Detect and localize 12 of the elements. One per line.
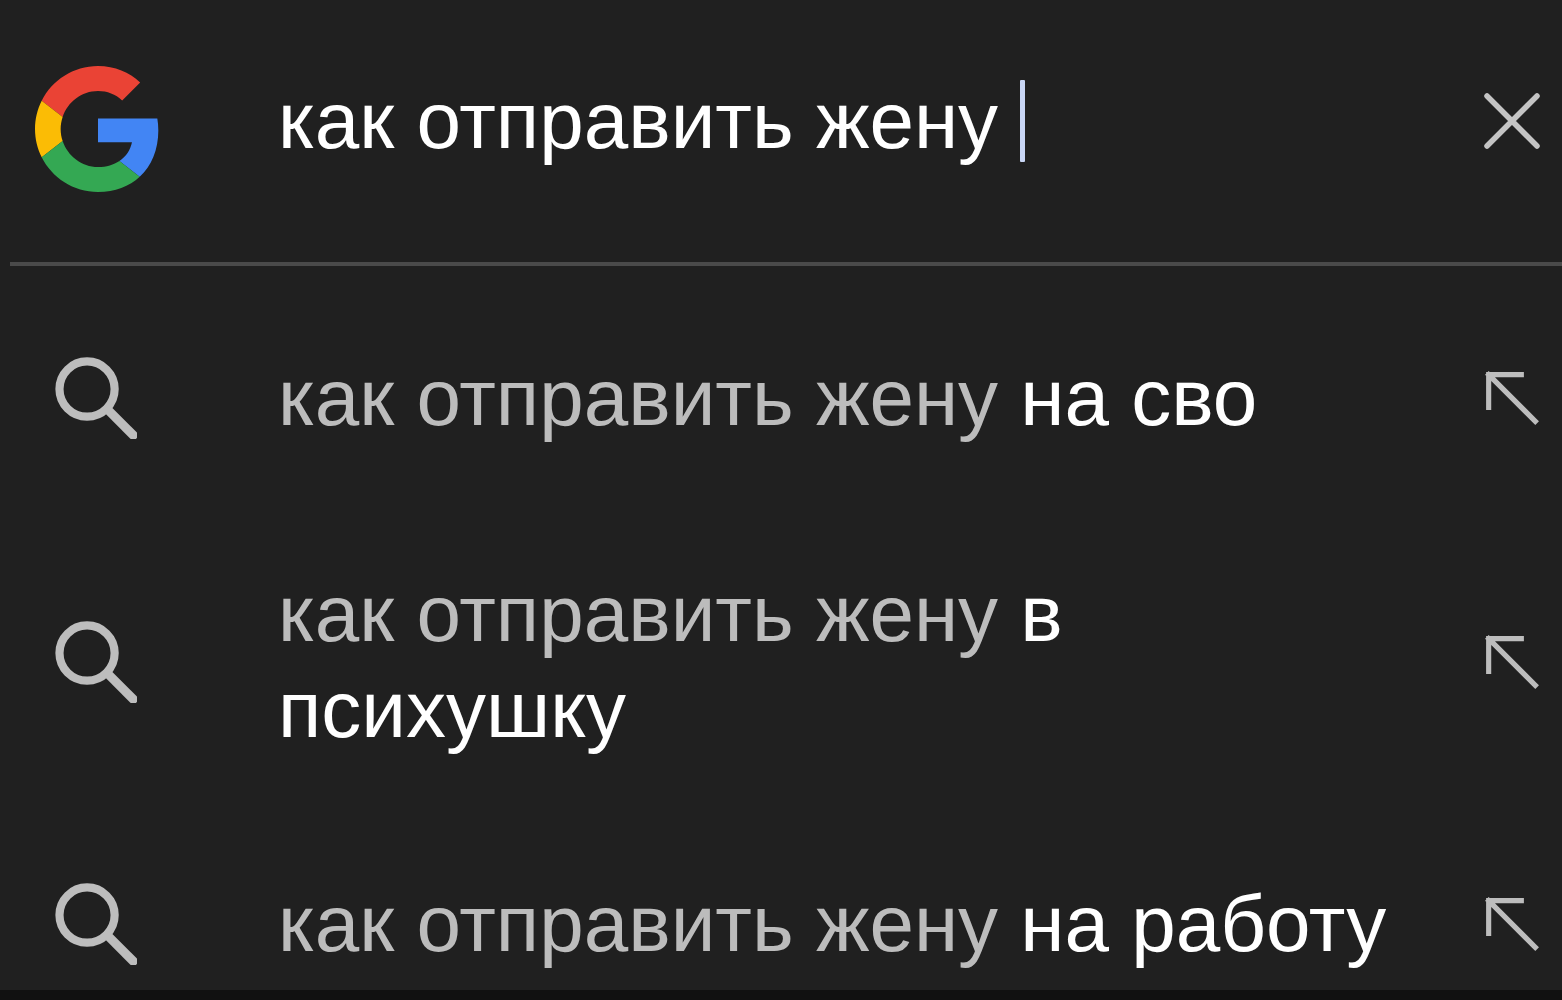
search-icon bbox=[55, 357, 137, 439]
search-icon bbox=[55, 883, 137, 965]
suggestion-item[interactable]: как отправить жену на работу bbox=[0, 794, 1562, 990]
suggestion-item[interactable]: как отправить жену на сво bbox=[0, 266, 1562, 530]
g-logo-icon bbox=[35, 66, 161, 192]
suggestion-item[interactable]: как отправить жену в психушку bbox=[0, 530, 1562, 794]
close-icon[interactable] bbox=[1482, 91, 1542, 151]
arrow-up-left-icon[interactable] bbox=[1484, 370, 1540, 426]
search-icon bbox=[55, 621, 137, 703]
arrow-up-left-icon[interactable] bbox=[1484, 634, 1540, 690]
arrow-up-left-icon[interactable] bbox=[1484, 896, 1540, 952]
search-field[interactable]: как отправить жену bbox=[278, 66, 1482, 176]
